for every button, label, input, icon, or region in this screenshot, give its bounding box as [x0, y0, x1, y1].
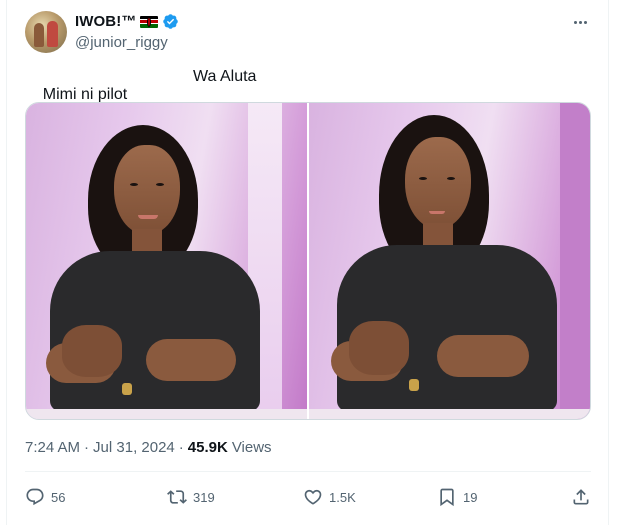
tweet-text-right: Wa Aluta	[193, 68, 257, 85]
verified-icon[interactable]	[162, 13, 179, 30]
like-button[interactable]: 1.5K	[303, 478, 356, 516]
repost-count: 319	[193, 489, 215, 505]
bookmark-icon	[440, 488, 454, 507]
display-name[interactable]: IWOB!™	[75, 13, 136, 30]
media-grid	[25, 102, 591, 420]
repost-button[interactable]: 319	[167, 478, 215, 516]
meta-separator: ·	[84, 439, 90, 456]
more-icon[interactable]	[567, 12, 593, 32]
views-label: Views	[231, 439, 272, 456]
reply-icon	[26, 488, 44, 506]
repost-icon	[167, 490, 187, 504]
photo-smiling[interactable]	[26, 103, 307, 419]
tweet-meta: 7:24 AM · Jul 31, 2024 · 45.9K Views	[25, 439, 272, 456]
reply-button[interactable]: 56	[25, 478, 65, 516]
bookmark-count: 19	[463, 489, 478, 505]
tweet-card: IWOB!™ @junior_riggy Mimi ni pilot Wa Al…	[6, 0, 609, 525]
user-name-row: IWOB!™	[75, 13, 179, 30]
reply-count: 56	[51, 489, 66, 505]
like-icon	[304, 489, 322, 505]
action-bar: 56 319 1.5K 19	[25, 478, 593, 516]
meta-separator: ·	[178, 439, 184, 456]
views-count: 45.9K	[187, 439, 228, 456]
divider	[25, 471, 591, 472]
share-button[interactable]	[571, 478, 591, 516]
tweet-time[interactable]: 7:24 AM	[25, 439, 80, 456]
user-handle[interactable]: @junior_riggy	[75, 34, 168, 51]
avatar[interactable]	[25, 11, 67, 53]
photo-serious[interactable]	[309, 103, 590, 419]
bookmark-button[interactable]: 19	[437, 478, 477, 516]
tweet-date[interactable]: Jul 31, 2024	[93, 439, 175, 456]
kenya-flag-icon	[140, 15, 159, 28]
like-count: 1.5K	[329, 489, 356, 505]
share-icon	[573, 489, 589, 505]
tweet-text-left: Mimi ni pilot	[42, 86, 128, 103]
